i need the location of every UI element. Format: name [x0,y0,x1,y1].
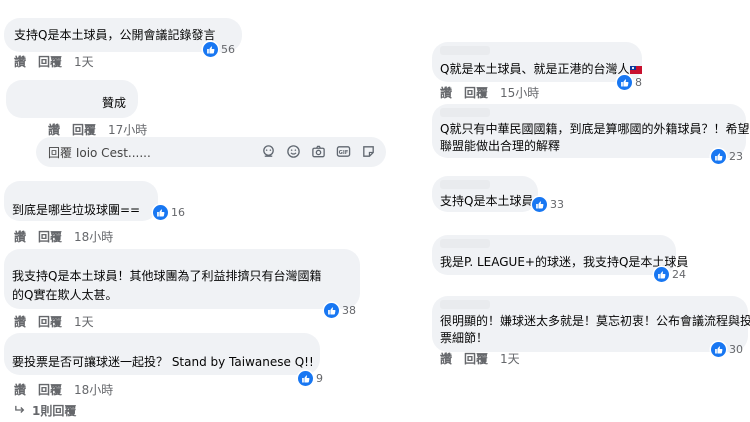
reply-link[interactable]: 回覆 [38,313,62,330]
view-more-replies[interactable]: 1則回覆 [14,402,76,419]
like-reaction-icon [711,149,726,164]
like-reaction-icon [324,303,339,318]
reaction-number: 56 [221,43,235,56]
like-reaction-icon [532,197,547,212]
reaction-count[interactable]: 24 [654,267,686,282]
like-link[interactable]: 讚 [14,53,26,70]
reaction-number: 16 [171,206,185,219]
timestamp[interactable]: 18小時 [74,381,113,398]
reaction-number: 38 [342,304,356,317]
reply-link[interactable]: 回覆 [72,121,96,138]
reaction-count[interactable]: 8 [617,75,642,90]
comment-actions: 讚 回覆 18小時 [14,228,113,245]
like-reaction-icon [711,342,726,357]
timestamp[interactable]: 15小時 [500,84,539,101]
reaction-number: 30 [729,343,743,356]
comment-text: 到底是哪些垃圾球團== [12,203,141,217]
comment-text: 支持Q是本土球員 [440,194,534,208]
reaction-number: 33 [550,198,564,211]
comment-text: 要投票是否可讓球迷一起投？ Stand by Taiwanese Q!! [12,355,314,369]
reaction-number: 23 [729,150,743,163]
redacted-name [440,46,490,55]
comment-actions: 讚 回覆 15小時 [440,84,539,101]
comment-bubble: Q就是本土球員、就是正港的台灣人 [432,42,643,82]
comment-bubble: 贊成 [6,80,138,118]
camera-icon[interactable] [311,144,326,159]
comment-text: 贊成 [102,96,127,110]
redacted-name [440,108,490,117]
comment-text: 我是P. LEAGUE+的球迷，我支持Q是本土球員 [440,255,689,269]
comment-bubble: Q就只有中華民國國籍，到底是算哪國的外籍球員？！希望 聯盟能做出合理的解釋 [432,104,750,158]
reaction-count[interactable]: 38 [324,303,356,318]
reply-link[interactable]: 回覆 [464,350,488,367]
comment-bubble: 我是P. LEAGUE+的球迷，我支持Q是本土球員 [432,235,688,275]
redacted-name [440,180,490,189]
comment-text-line2: 聯盟能做出合理的解釋 [440,139,561,153]
timestamp[interactable]: 18小時 [74,228,113,245]
timestamp[interactable]: 1天 [500,350,520,367]
comment-text: 支持Q是本土球員，公開會議記錄發言 [14,28,216,42]
reaction-count[interactable]: 56 [203,42,235,57]
like-reaction-icon [654,267,669,282]
comment-actions: 讚 回覆 1天 [14,53,94,70]
reaction-count[interactable]: 33 [532,197,564,212]
like-link[interactable]: 讚 [14,381,26,398]
reaction-count[interactable]: 23 [711,149,743,164]
comment-text-line1: Q就只有中華民國國籍，到底是算哪國的外籍球員？！希望 [440,122,750,136]
avatar-sticker-icon[interactable] [261,144,276,159]
comment-bubble: 很明顯的！嫌球迷太多就是！莫忘初衷！公布會議流程與投 票細節！ [432,296,750,352]
reply-input[interactable]: 回覆 Ioio Cest...... GIF [36,137,386,167]
taiwan-flag-icon [630,65,643,74]
redacted-name [440,300,490,309]
emoji-icon[interactable] [286,144,301,159]
like-link[interactable]: 讚 [440,84,452,101]
reaction-number: 8 [635,76,642,89]
svg-text:GIF: GIF [339,150,349,156]
comment-bubble: 到底是哪些垃圾球團== [4,181,158,221]
more-replies-label: 1則回覆 [32,404,77,418]
reply-link[interactable]: 回覆 [464,84,488,101]
reply-link[interactable]: 回覆 [38,228,62,245]
reaction-count[interactable]: 9 [298,371,323,386]
reaction-number: 24 [672,268,686,281]
reply-placeholder: 回覆 Ioio Cest...... [48,146,151,160]
like-reaction-icon [153,205,168,220]
like-link[interactable]: 讚 [14,228,26,245]
timestamp[interactable]: 17小時 [108,121,147,138]
reply-link[interactable]: 回覆 [38,381,62,398]
comment-actions: 讚 回覆 1天 [440,350,520,367]
reply-toolbar: GIF [261,144,376,159]
comment-actions: 讚 回覆 18小時 [14,381,113,398]
comment-text-line1: 很明顯的！嫌球迷太多就是！莫忘初衷！公布會議流程與投 [440,314,750,328]
like-link[interactable]: 讚 [14,313,26,330]
like-reaction-icon [298,371,313,386]
like-reaction-icon [617,75,632,90]
comment-text-line1: 我支持Q是本土球員！其他球團為了利益排擠只有台灣國籍 [12,269,322,283]
redacted-name [440,239,490,248]
comment-bubble: 我支持Q是本土球員！其他球團為了利益排擠只有台灣國籍 的Q實在欺人太甚。 [4,249,360,309]
gif-icon[interactable]: GIF [336,144,351,159]
comment-actions: 讚 回覆 17小時 [48,121,147,138]
comment-bubble: 支持Q是本土球員 [432,176,538,212]
comment-text: Q就是本土球員、就是正港的台灣人 [440,60,643,78]
comment-bubble: 要投票是否可讓球迷一起投？ Stand by Taiwanese Q!! [4,333,320,375]
reply-arrow-icon [14,404,26,418]
timestamp[interactable]: 1天 [74,53,94,70]
reaction-count[interactable]: 16 [153,205,185,220]
reaction-number: 9 [316,372,323,385]
timestamp[interactable]: 1天 [74,313,94,330]
comment-text-line2: 的Q實在欺人太甚。 [12,288,118,302]
reply-link[interactable]: 回覆 [38,53,62,70]
reaction-count[interactable]: 30 [711,342,743,357]
like-link[interactable]: 讚 [48,121,60,138]
like-reaction-icon [203,42,218,57]
like-link[interactable]: 讚 [440,350,452,367]
comment-actions: 讚 回覆 1天 [14,313,94,330]
sticker-icon[interactable] [361,144,376,159]
comment-text-line2: 票細節！ [440,331,489,345]
